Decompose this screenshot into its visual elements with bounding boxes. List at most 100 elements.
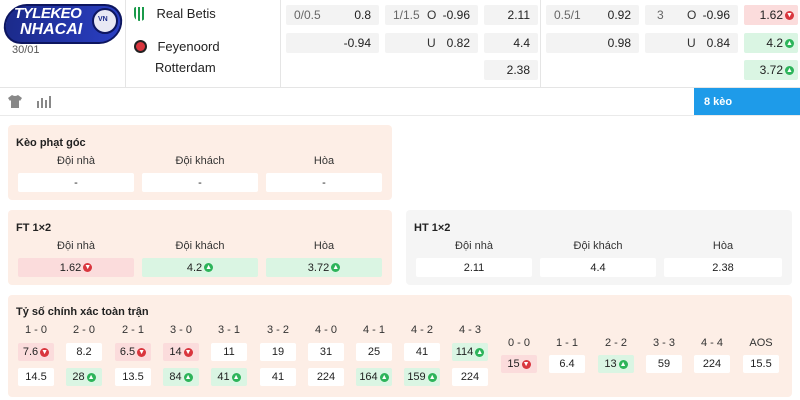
score-odds-box[interactable]: 31: [308, 343, 344, 361]
score-odds-box-value: 41: [217, 371, 230, 383]
score-odds-box[interactable]: 25: [356, 343, 392, 361]
logo-text-top: TYLEKEO: [14, 5, 82, 22]
score-odds-box[interactable]: 15 ▼: [501, 355, 537, 373]
score-odds-box[interactable]: 7.6 ▼: [18, 343, 54, 361]
score-odds-box[interactable]: 59: [646, 355, 682, 373]
odds-up-icon: ▲: [785, 66, 794, 76]
odds-down-icon: ▼: [521, 359, 531, 369]
ht-label-home: Đội nhà: [455, 240, 493, 252]
score-odds-box[interactable]: 6.4: [549, 355, 585, 373]
corner-label-away: Đội khách: [175, 155, 225, 167]
ht-value-away[interactable]: 4.4: [540, 258, 656, 277]
score-odds-box[interactable]: 164 ▲: [356, 368, 392, 386]
odds-up-icon: ▲: [475, 347, 485, 357]
ft-value-draw[interactable]: 3.72 ▲: [266, 258, 382, 277]
ft-value-away[interactable]: 4.2 ▲: [142, 258, 258, 277]
score-label: 2 - 2: [604, 337, 627, 349]
score-odds-box-value: 114: [455, 346, 474, 358]
team-home-name: Real Betis: [156, 6, 216, 22]
odds-up-icon: ▲: [183, 372, 193, 382]
logo-text-bottom: NHACAI: [20, 21, 83, 38]
betis-crest-icon: [134, 6, 146, 21]
score-label: 1 - 0: [24, 324, 47, 336]
odds-down-icon: ▼: [40, 347, 50, 357]
score-odds-box[interactable]: 41: [404, 343, 440, 361]
x12-value: 2.38: [506, 63, 530, 77]
score-odds-box[interactable]: 13 ▲: [598, 355, 634, 373]
odds-ou-under[interactable]: U 0.82: [385, 33, 478, 53]
odds-h1-1x2-draw[interactable]: 3.72 ▲: [744, 60, 798, 80]
score-label: 2 - 0: [72, 324, 95, 336]
shirt-icon[interactable]: [8, 95, 22, 108]
score-odds-box-value: 13: [604, 358, 617, 370]
keo-count-label: 8 kèo: [704, 95, 733, 108]
corner-value-draw[interactable]: -: [266, 173, 382, 192]
ft-value-home[interactable]: 1.62 ▼: [18, 258, 134, 277]
score-label: 3 - 1: [217, 324, 240, 336]
score-odds-box[interactable]: 159 ▲: [404, 368, 440, 386]
score-odds-box-value: 84: [169, 371, 182, 383]
score-odds-box[interactable]: 224: [694, 355, 730, 373]
score-odds-box[interactable]: 13.5: [115, 368, 151, 386]
site-logo[interactable]: TYLEKEO NHACAI VN: [0, 0, 125, 48]
ft-away-odds: 4.2: [186, 261, 203, 274]
toolbar-divider: [0, 115, 800, 116]
score-odds-box[interactable]: 14 ▼: [163, 343, 199, 361]
odds-hcap-away[interactable]: -0.94: [286, 33, 379, 53]
odds-h1-ou-under[interactable]: U 0.84: [645, 33, 738, 53]
score-odds-box[interactable]: 224: [452, 368, 488, 386]
keo-count-button[interactable]: 8 kèo: [694, 88, 800, 115]
score-odds-box[interactable]: 84 ▲: [163, 368, 199, 386]
score-label: 4 - 2: [410, 324, 433, 336]
logo-badge: VN: [98, 16, 108, 23]
corner-label-home: Đội nhà: [57, 155, 95, 167]
odds-1x2-draw[interactable]: 2.38: [484, 60, 538, 80]
ht-value-home[interactable]: 2.11: [416, 258, 532, 277]
corner-value-away[interactable]: -: [142, 173, 258, 192]
hcap-line: 0/0.5: [294, 8, 321, 22]
score-odds-box[interactable]: 28 ▲: [66, 368, 102, 386]
odds-h1-1x2-away[interactable]: 4.2 ▲: [744, 33, 798, 53]
odds-h1-hcap-home[interactable]: 0.5/1 0.92: [546, 5, 639, 25]
odds-1x2-home[interactable]: 2.11: [484, 5, 538, 25]
ou-value: 0.82: [446, 36, 470, 50]
score-odds-box[interactable]: 41 ▲: [211, 368, 247, 386]
ft-label-home: Đội nhà: [57, 240, 95, 252]
ht-title: HT 1×2: [414, 222, 451, 234]
odds-h1-1x2-home[interactable]: 1.62 ▼: [744, 5, 798, 25]
h1-hcap-value: 0.98: [607, 36, 631, 50]
corner-value-home[interactable]: -: [18, 173, 134, 192]
odds-h1-ou-over[interactable]: 3 O -0.96: [645, 5, 738, 25]
score-odds-box[interactable]: 19: [260, 343, 296, 361]
team-home-row[interactable]: Real Betis: [134, 5, 216, 23]
toolbar-divider: [0, 87, 800, 88]
team-away-row[interactable]: Feyenoord: [134, 38, 220, 56]
ft-label-away: Đội khách: [175, 240, 225, 252]
ht-value-draw[interactable]: 2.38: [664, 258, 782, 277]
score-odds-box[interactable]: 114 ▲: [452, 343, 488, 361]
odds-h1-hcap-away[interactable]: 0.98: [546, 33, 639, 53]
score-odds-box[interactable]: 15.5: [743, 355, 779, 373]
score-odds-box-value: 159: [407, 371, 426, 383]
score-odds-box[interactable]: 14.5: [18, 368, 54, 386]
odds-ou-over[interactable]: 1/1.5 O -0.96: [385, 5, 478, 25]
score-odds-box[interactable]: 224: [308, 368, 344, 386]
odds-up-icon: ▲: [231, 372, 241, 382]
h1-x12-value: 1.62: [759, 8, 783, 22]
score-odds-box[interactable]: 8.2: [66, 343, 102, 361]
correct-score-title: Tỷ số chính xác toàn trận: [16, 306, 149, 318]
column-divider: [280, 0, 281, 88]
odds-hcap-home[interactable]: 0/0.5 0.8: [286, 5, 379, 25]
score-odds-box[interactable]: 41: [260, 368, 296, 386]
score-odds-box-value: 7.6: [22, 346, 39, 358]
ht-label-away: Đội khách: [573, 240, 623, 252]
score-odds-box-value: 6.5: [119, 346, 136, 358]
ft-draw-odds: 3.72: [307, 261, 330, 274]
score-odds-box[interactable]: 11: [211, 343, 247, 361]
score-odds-box[interactable]: 6.5 ▼: [115, 343, 151, 361]
chart-icon[interactable]: [36, 95, 52, 108]
corner-label-draw: Hòa: [313, 155, 335, 167]
ft-title: FT 1×2: [16, 222, 52, 234]
odds-1x2-away[interactable]: 4.4: [484, 33, 538, 53]
ou-side: U: [427, 36, 436, 50]
